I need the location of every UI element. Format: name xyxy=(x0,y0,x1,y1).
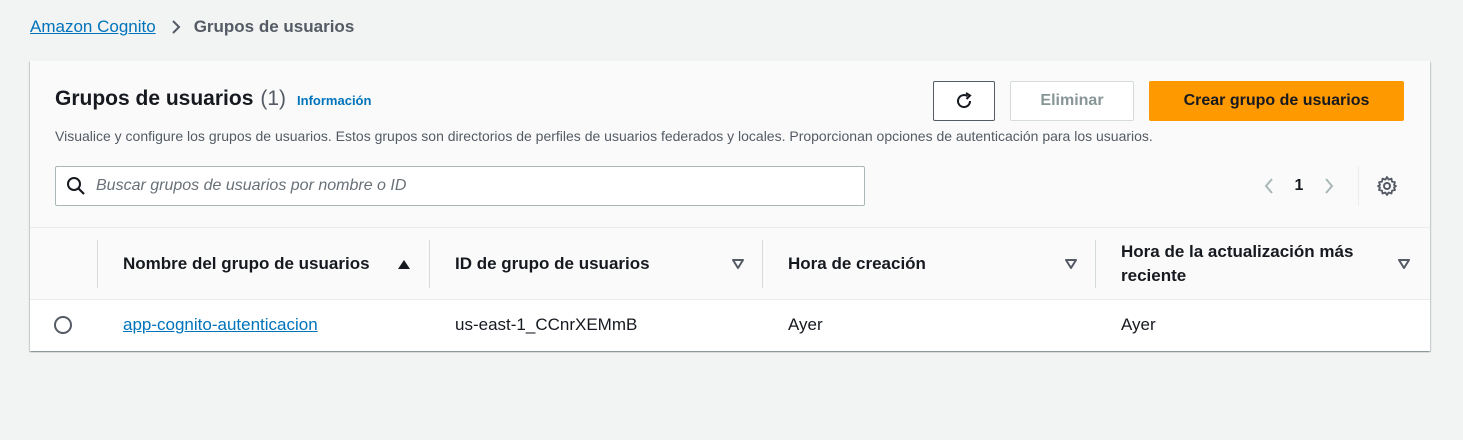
chevron-left-icon xyxy=(1263,176,1275,196)
column-divider xyxy=(762,240,763,288)
panel-header: Grupos de usuarios (1) Información Visua… xyxy=(30,61,1430,227)
column-header-name[interactable]: Nombre del grupo de usuarios xyxy=(123,228,423,300)
cell-created: Ayer xyxy=(788,315,823,334)
info-link[interactable]: Información xyxy=(297,93,371,108)
column-header-created[interactable]: Hora de creación xyxy=(788,228,1088,300)
search-icon xyxy=(66,176,86,196)
breadcrumb-link-amazon-cognito[interactable]: Amazon Cognito xyxy=(30,17,156,37)
table-row[interactable]: app-cognito-autenticacion us-east-1_CCnr… xyxy=(30,300,1430,350)
panel-description: Visualice y configure los grupos de usua… xyxy=(55,128,1153,144)
sort-descending-icon[interactable] xyxy=(1064,258,1078,270)
next-page-button[interactable] xyxy=(1318,171,1340,201)
column-divider xyxy=(97,240,98,288)
user-pools-panel: Grupos de usuarios (1) Información Visua… xyxy=(30,61,1430,351)
chevron-right-icon xyxy=(1323,176,1335,196)
pool-count: (1) xyxy=(260,87,287,110)
sort-ascending-icon[interactable] xyxy=(397,258,411,270)
user-pool-link[interactable]: app-cognito-autenticacion xyxy=(123,315,318,335)
search-input[interactable] xyxy=(96,177,836,195)
column-header-id[interactable]: ID de grupo de usuarios xyxy=(455,228,755,300)
delete-button[interactable]: Eliminar xyxy=(1010,81,1134,121)
cell-name: app-cognito-autenticacion xyxy=(123,300,318,350)
current-page-number[interactable]: 1 xyxy=(1280,177,1318,195)
breadcrumb-current: Grupos de usuarios xyxy=(193,17,355,36)
column-divider xyxy=(429,240,430,288)
panel-title: Grupos de usuarios (1) Información xyxy=(55,87,371,111)
previous-page-button[interactable] xyxy=(1258,171,1280,201)
row-select-radio[interactable] xyxy=(54,316,72,334)
column-header-label: Hora de la actualización más reciente xyxy=(1121,242,1354,285)
column-header-label: Nombre del grupo de usuarios xyxy=(123,254,370,273)
column-header-updated[interactable]: Hora de la actualización más reciente xyxy=(1121,228,1421,300)
cell-id: us-east-1_CCnrXEMmB xyxy=(455,315,638,334)
pager-divider xyxy=(1358,166,1359,206)
refresh-icon xyxy=(954,91,974,111)
column-header-label: Hora de creación xyxy=(788,254,926,273)
page-title: Grupos de usuarios xyxy=(55,87,254,110)
pagination: 1 xyxy=(1258,166,1359,206)
search-box xyxy=(55,166,865,206)
table-header: Nombre del grupo de usuarios ID de grupo… xyxy=(30,227,1430,300)
chevron-right-icon xyxy=(170,19,182,35)
gear-icon xyxy=(1376,175,1398,197)
preferences-button[interactable] xyxy=(1375,174,1399,198)
create-user-pool-button[interactable]: Crear grupo de usuarios xyxy=(1149,81,1404,121)
cell-updated: Ayer xyxy=(1121,315,1156,334)
refresh-button[interactable] xyxy=(933,81,995,121)
column-header-label: ID de grupo de usuarios xyxy=(455,254,650,273)
column-divider xyxy=(1095,240,1096,288)
breadcrumb: Amazon Cognito Grupos de usuarios xyxy=(30,16,354,38)
sort-descending-icon[interactable] xyxy=(731,258,745,270)
sort-descending-icon[interactable] xyxy=(1397,258,1411,270)
